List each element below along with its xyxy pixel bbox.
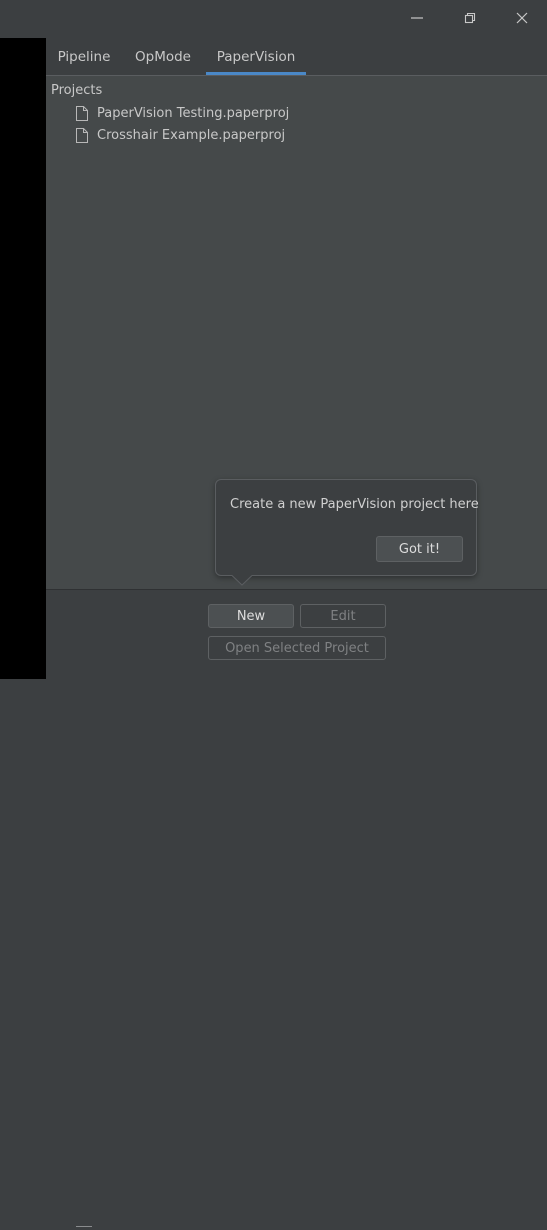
active-tab-indicator — [206, 72, 306, 75]
tab-papervision[interactable]: PaperVision — [206, 38, 306, 76]
projects-tree-root[interactable]: Projects — [51, 83, 102, 98]
tooltip-arrow — [232, 575, 252, 586]
file-icon — [74, 105, 90, 122]
open-selected-project-button[interactable]: Open Selected Project — [208, 636, 386, 660]
tab-pipeline[interactable]: Pipeline — [46, 38, 122, 76]
onboarding-tooltip: Create a new PaperVision project here Go… — [215, 479, 479, 576]
new-project-button[interactable]: New — [208, 604, 294, 628]
got-it-button[interactable]: Got it! — [376, 536, 463, 562]
project-file-item[interactable]: Crosshair Example.paperproj — [74, 125, 285, 145]
file-icon — [74, 127, 90, 144]
minimize-button[interactable] — [404, 6, 430, 30]
project-actions-bar: New Edit Open Selected Project — [46, 589, 547, 1227]
title-bar — [0, 0, 547, 38]
tab-opmode[interactable]: OpMode — [124, 38, 202, 76]
edit-project-button[interactable]: Edit — [300, 604, 386, 628]
file-name: PaperVision Testing.paperproj — [97, 105, 290, 121]
divider — [76, 1226, 92, 1230]
project-file-item[interactable]: PaperVision Testing.paperproj — [74, 103, 289, 123]
close-icon — [516, 12, 528, 24]
tab-label: OpMode — [135, 49, 191, 65]
restore-icon — [464, 12, 476, 24]
file-name: Crosshair Example.paperproj — [97, 127, 286, 143]
minimize-icon — [411, 17, 423, 19]
tab-bar: Pipeline OpMode PaperVision — [46, 38, 547, 76]
restore-button[interactable] — [457, 6, 483, 30]
side-panel: Pipeline OpMode PaperVision Projects Pap… — [46, 38, 547, 1227]
tooltip-text: Create a new PaperVision project here — [230, 497, 479, 512]
tab-label: PaperVision — [216, 49, 296, 65]
viewport-area — [0, 38, 46, 679]
tab-label: Pipeline — [57, 49, 111, 65]
close-button[interactable] — [509, 6, 535, 30]
